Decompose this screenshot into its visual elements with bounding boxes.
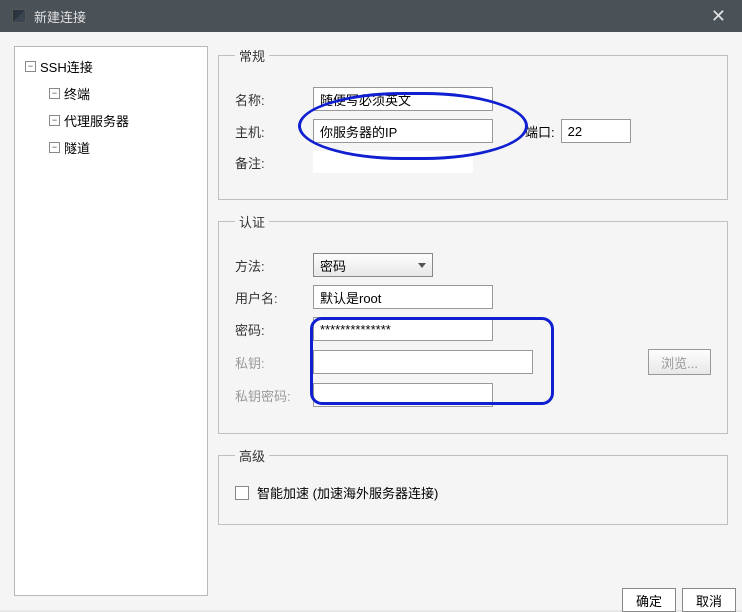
fieldset-advanced: 高级 智能加速 (加速海外服务器连接) — [218, 446, 728, 525]
label-host: 主机: — [235, 122, 307, 141]
collapse-icon[interactable]: − — [49, 142, 60, 153]
remark-field[interactable] — [313, 151, 473, 173]
label-privatekey: 私钥: — [235, 353, 307, 372]
label-name: 名称: — [235, 90, 307, 109]
ok-button[interactable]: 确定 — [622, 588, 676, 612]
tree-node-ssh[interactable]: − SSH连接 — [19, 53, 203, 80]
tree-label: 隧道 — [64, 138, 90, 157]
label-port: 端口: — [525, 122, 555, 141]
legend-advanced: 高级 — [235, 446, 269, 465]
collapse-icon[interactable]: − — [49, 88, 60, 99]
dialog-buttons: 确定 取消 — [622, 588, 736, 612]
app-icon — [12, 9, 26, 23]
tree-label: 终端 — [64, 84, 90, 103]
host-input[interactable] — [313, 119, 493, 143]
privatekey-input[interactable] — [313, 350, 533, 374]
method-value: 密码 — [320, 256, 346, 275]
tree-label: SSH连接 — [40, 57, 93, 76]
smartaccel-checkbox[interactable] — [235, 486, 249, 500]
titlebar: 新建连接 ✕ — [0, 0, 742, 32]
tree-node-proxy[interactable]: − 代理服务器 — [19, 107, 203, 134]
password-input[interactable] — [313, 317, 493, 341]
label-username: 用户名: — [235, 288, 307, 307]
sidebar-tree: − SSH连接 − 终端 − 代理服务器 − 隧道 — [14, 46, 208, 596]
keypass-input[interactable] — [313, 383, 493, 407]
window-title: 新建连接 — [34, 7, 86, 26]
smartaccel-label: 智能加速 (加速海外服务器连接) — [257, 483, 438, 502]
label-remark: 备注: — [235, 153, 307, 172]
dialog-body: − SSH连接 − 终端 − 代理服务器 − 隧道 常规 名称: 主机: — [0, 32, 742, 610]
fieldset-general: 常规 名称: 主机: 端口: 备注: — [218, 46, 728, 200]
label-keypass: 私钥密码: — [235, 386, 307, 405]
browse-button[interactable]: 浏览... — [648, 349, 711, 375]
close-icon[interactable]: ✕ — [707, 6, 730, 27]
tree-node-terminal[interactable]: − 终端 — [19, 80, 203, 107]
label-password: 密码: — [235, 320, 307, 339]
label-method: 方法: — [235, 256, 307, 275]
main-panel: 常规 名称: 主机: 端口: 备注: 认证 方法: 密码 — [218, 46, 728, 596]
tree-node-tunnel[interactable]: − 隧道 — [19, 134, 203, 161]
chevron-down-icon — [418, 263, 426, 268]
method-select[interactable]: 密码 — [313, 253, 433, 277]
name-input[interactable] — [313, 87, 493, 111]
collapse-icon[interactable]: − — [25, 61, 36, 72]
collapse-icon[interactable]: − — [49, 115, 60, 126]
tree-label: 代理服务器 — [64, 111, 129, 130]
fieldset-auth: 认证 方法: 密码 用户名: 密码: 私钥: 浏览... — [218, 212, 728, 434]
legend-auth: 认证 — [235, 212, 269, 231]
legend-general: 常规 — [235, 46, 269, 65]
cancel-button[interactable]: 取消 — [682, 588, 736, 612]
port-input[interactable] — [561, 119, 631, 143]
username-input[interactable] — [313, 285, 493, 309]
